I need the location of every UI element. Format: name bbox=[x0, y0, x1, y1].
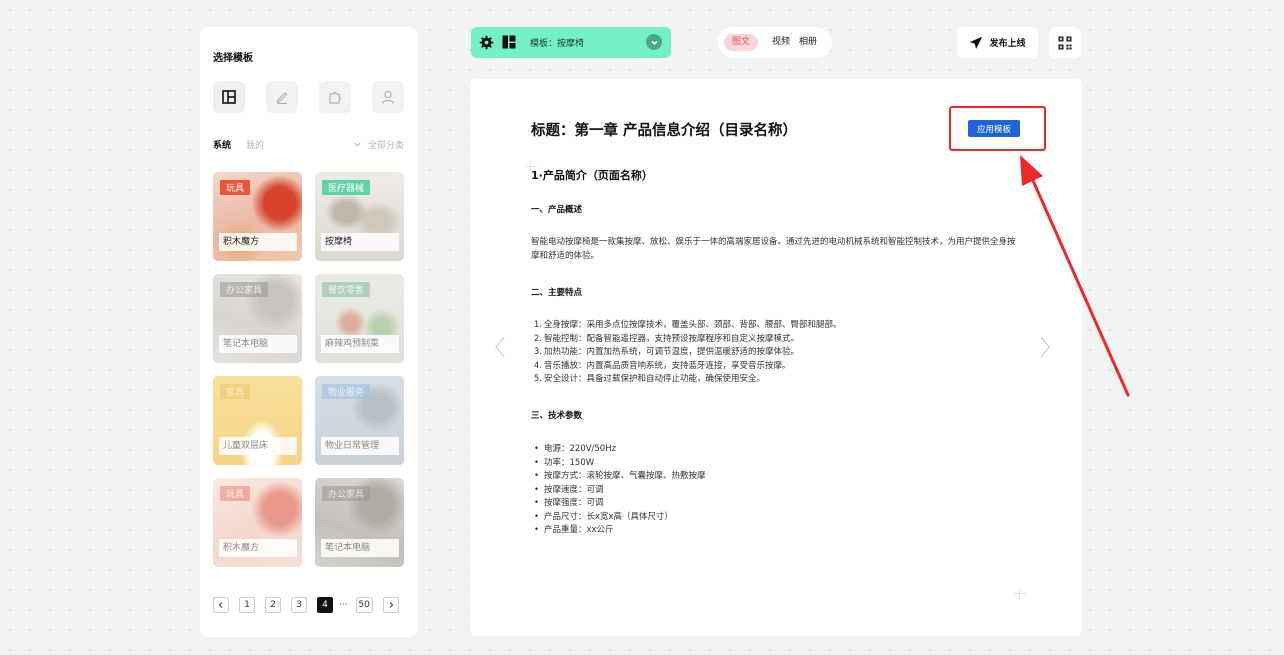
content-mode-tabs: 图文 视频 相册 bbox=[718, 27, 832, 58]
chevron-left-icon bbox=[495, 336, 505, 358]
features-list: 1. 全身按摩：采用多点位按摩技术，覆盖头部、颈部、背部、腰部、臀部和腿部。 2.… bbox=[531, 319, 842, 387]
filter-system[interactable]: 系统 bbox=[213, 138, 231, 151]
card-name: 麻辣鸡预制菜 bbox=[321, 335, 399, 353]
template-label: 模板：按摩椅 bbox=[530, 39, 585, 49]
puzzle-tool-button[interactable] bbox=[319, 81, 351, 113]
user-tool-button[interactable] bbox=[372, 81, 404, 113]
card-tag: 物业服务 bbox=[322, 384, 371, 399]
user-icon bbox=[381, 90, 395, 104]
params-list: • 电源：220V/50Hz • 功率：150W • 按摩方式：滚轮按摩、气囊按摩、热… bbox=[531, 443, 706, 538]
page-name: 1·产品简介（页面名称） bbox=[531, 169, 653, 182]
list-item: 4. 音乐播放：内置高品质音响系统，支持蓝牙连接，享受音乐按摩。 bbox=[533, 360, 791, 371]
card-tag: 医疗器械 bbox=[322, 180, 371, 195]
document-preview: 标题：第一章 产品信息介绍（目录名称） 应用模板 1·产品简介（页面名称） 一、… bbox=[470, 79, 1082, 636]
card-name: 积木魔方 bbox=[219, 233, 297, 251]
list-item: • 按摩强度：可调 bbox=[533, 498, 604, 508]
layout-tool-button[interactable] bbox=[213, 81, 245, 113]
tab-video[interactable]: 视频 bbox=[772, 34, 790, 51]
overview-paragraph: 智能电动按摩椅是一款集按摩、放松、娱乐于一体的高端家居设备。通过先进的电动机械系… bbox=[531, 237, 1016, 261]
apply-template-button[interactable]: 应用模板 bbox=[968, 120, 1020, 137]
category-filter: 系统 我的 全部分类 bbox=[213, 138, 404, 152]
card-name: 儿童双层床 bbox=[219, 437, 297, 455]
card-name: 笔记本电脑 bbox=[321, 539, 399, 557]
panel-title: 选择模板 bbox=[213, 53, 253, 64]
template-card[interactable]: 医疗器械 按摩椅 bbox=[315, 172, 404, 261]
template-card[interactable]: 家具 儿童双层床 bbox=[213, 376, 302, 465]
send-icon bbox=[970, 36, 983, 49]
prev-page-arrow[interactable] bbox=[493, 335, 507, 359]
template-card[interactable]: 玩具 积木魔方 bbox=[213, 478, 302, 567]
card-name: 笔记本电脑 bbox=[219, 335, 297, 353]
page-button-last[interactable]: 50 bbox=[355, 597, 373, 613]
chevron-right-icon bbox=[1040, 336, 1050, 358]
crosshair-marker bbox=[1014, 588, 1026, 600]
layout-icon bbox=[222, 90, 236, 104]
template-selector[interactable]: 模板：按摩椅 bbox=[471, 27, 671, 58]
list-item: • 产品重量：xx公斤 bbox=[533, 525, 614, 535]
template-panel: 选择模板 系统 我的 全部分类 玩具 积木魔方 医疗器械 按摩椅 办公家具 笔记… bbox=[200, 27, 418, 637]
card-tag: 玩具 bbox=[220, 180, 251, 195]
filter-all-categories[interactable]: 全部分类 bbox=[353, 138, 404, 151]
list-item: 1. 全身按摩：采用多点位按摩技术，覆盖头部、颈部、背部、腰部、臀部和腿部。 bbox=[533, 320, 842, 330]
tab-album[interactable]: 相册 bbox=[799, 34, 817, 51]
list-item: • 功率：150W bbox=[533, 457, 595, 468]
card-tag: 家具 bbox=[220, 384, 251, 399]
page-button[interactable]: 2 bbox=[265, 597, 281, 613]
next-page-arrow[interactable] bbox=[1038, 335, 1052, 359]
list-item: • 按摩方式：滚轮按摩、气囊按摩、热敷按摩 bbox=[533, 471, 706, 481]
list-item: 3. 加热功能：内置加热系统，可调节温度，提供温暖舒适的按摩体验。 bbox=[533, 347, 800, 357]
edit-icon bbox=[276, 92, 288, 105]
list-item: 5. 安全设计：具备过载保护和自动停止功能，确保使用安全。 bbox=[533, 374, 766, 384]
card-tag: 办公家具 bbox=[322, 486, 371, 501]
publish-label: 发布上线 bbox=[989, 39, 1026, 49]
qr-code-icon bbox=[1058, 36, 1072, 49]
chevron-down-icon bbox=[650, 40, 658, 45]
card-tag: 玩具 bbox=[220, 486, 251, 501]
tab-graphic[interactable]: 图文 bbox=[724, 34, 759, 51]
section-heading: 一、产品概述 bbox=[531, 205, 583, 215]
filter-all-label: 全部分类 bbox=[367, 141, 404, 151]
publish-button[interactable]: 发布上线 bbox=[957, 27, 1038, 58]
template-card[interactable]: 玩具 积木魔方 bbox=[213, 172, 302, 261]
template-card[interactable]: 办公家具 笔记本电脑 bbox=[213, 274, 302, 363]
section-heading: 三、技术参数 bbox=[531, 411, 583, 421]
list-item: • 电源：220V/50Hz bbox=[533, 444, 617, 454]
template-card[interactable]: 物业服务 物业日常管理 bbox=[315, 376, 404, 465]
card-tag: 办公家具 bbox=[220, 282, 269, 297]
pagination: 1 2 3 4 ··· 50 bbox=[213, 597, 409, 613]
card-name: 积木魔方 bbox=[219, 539, 297, 557]
page-button[interactable]: 3 bbox=[291, 597, 307, 613]
chevron-right-icon bbox=[389, 602, 393, 608]
template-tool-row bbox=[213, 81, 404, 113]
page-button-current[interactable]: 4 bbox=[317, 597, 333, 613]
document-title: 标题：第一章 产品信息介绍（目录名称） bbox=[531, 123, 798, 139]
page-button[interactable]: 1 bbox=[239, 597, 255, 613]
layout-grid-icon[interactable] bbox=[502, 35, 516, 49]
list-item: 2. 智能控制：配备智能遥控器，支持预设按摩程序和自定义按摩模式。 bbox=[533, 333, 800, 344]
puzzle-icon bbox=[329, 91, 342, 104]
card-name: 按摩椅 bbox=[321, 233, 399, 251]
list-item: • 按摩速度：可调 bbox=[533, 484, 604, 495]
list-item: • 产品尺寸：长x宽x高（具体尺寸） bbox=[533, 511, 674, 522]
next-page-button[interactable] bbox=[382, 597, 399, 613]
pagination-ellipsis: ··· bbox=[339, 600, 348, 610]
template-card[interactable]: 办公家具 笔记本电脑 bbox=[315, 478, 404, 567]
prev-page-button[interactable] bbox=[213, 597, 229, 613]
template-card[interactable]: 餐饮零售 麻辣鸡预制菜 bbox=[315, 274, 404, 363]
section-heading: 二、主要特点 bbox=[531, 288, 583, 298]
template-dropdown-toggle[interactable] bbox=[646, 34, 662, 50]
filter-mine[interactable]: 我的 bbox=[246, 138, 264, 151]
card-tag: 餐饮零售 bbox=[322, 282, 371, 297]
qr-code-button[interactable] bbox=[1049, 27, 1081, 58]
card-name: 物业日常管理 bbox=[321, 437, 399, 455]
edit-tool-button[interactable] bbox=[266, 81, 298, 113]
gear-icon[interactable] bbox=[479, 35, 494, 50]
chevron-left-icon bbox=[218, 602, 223, 608]
chevron-down-icon bbox=[354, 142, 361, 147]
